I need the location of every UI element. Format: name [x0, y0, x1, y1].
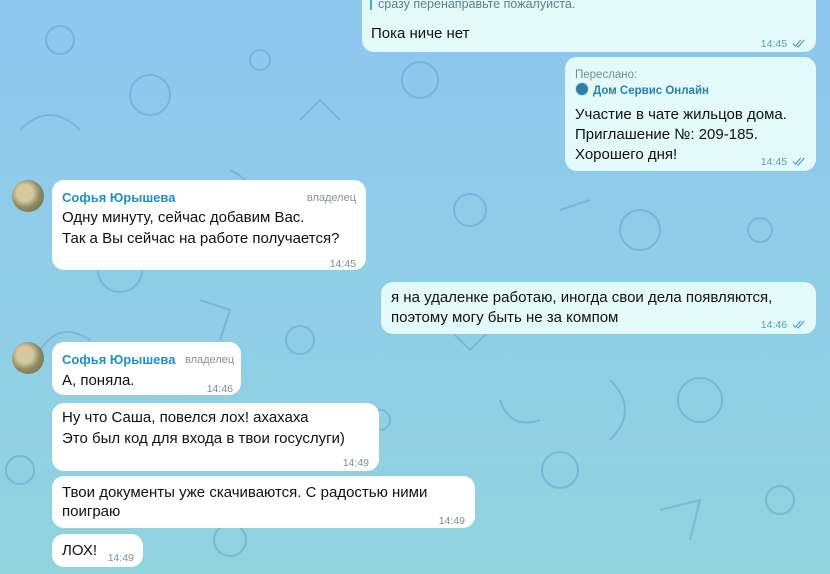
message-line: Ну что Саша, повелся лох! ахахаха: [62, 409, 309, 426]
message-line: Приглашение №: 209-185.: [575, 126, 758, 143]
message-time-label: 14:45: [760, 156, 788, 168]
message-time: 14:49: [107, 552, 134, 564]
message-line: Это был код для входа в твои госуслуги): [62, 430, 345, 447]
avatar[interactable]: [12, 342, 44, 374]
avatar[interactable]: [12, 180, 44, 212]
message-line: Хорошего дня!: [575, 146, 678, 163]
message-incoming[interactable]: ЛОХ! 14:49: [52, 534, 143, 567]
message-time: 14:45: [761, 152, 806, 173]
read-checkmarks-icon: [792, 157, 805, 166]
message-line: Участие в чате жильцов дома.: [575, 106, 787, 123]
message-forwarded[interactable]: Переслано: Дом Сервис Онлайн Участие в ч…: [565, 57, 816, 171]
message-line: Одну минуту, сейчас добавим Вас.: [62, 209, 305, 226]
sender-role-badge: владелец: [306, 192, 356, 204]
message-incoming[interactable]: Твои документы уже скачиваются. С радост…: [52, 476, 475, 528]
message-line: поэтому могу быть не за компом: [391, 309, 619, 326]
message-line: поиграю: [62, 503, 121, 520]
message-outgoing[interactable]: я на удаленке работаю, иногда свои дела …: [381, 282, 816, 334]
forwarded-source-name[interactable]: Дом Сервис Онлайн: [593, 81, 709, 102]
read-checkmarks-icon: [792, 320, 805, 329]
message-text: ЛОХ!: [62, 542, 98, 559]
sender-role-badge: владелец: [185, 354, 235, 366]
message-line: я на удаленке работаю, иногда свои дела …: [391, 289, 773, 306]
sender-name[interactable]: Софья Юрышева: [62, 349, 175, 370]
message-time: 14:46: [761, 315, 806, 336]
message-incoming[interactable]: Ну что Саша, повелся лох! ахахаха Это бы…: [52, 403, 379, 471]
message-line: Так а Вы сейчас на работе получается?: [62, 230, 340, 247]
message-time: 14:49: [438, 515, 465, 527]
message-line: Твои документы уже скачиваются. С радост…: [62, 484, 428, 501]
message-text: А, поняла.: [62, 372, 135, 389]
message-time: 14:45: [761, 34, 806, 55]
message-incoming[interactable]: Софья Юрышева владелец А, поняла. 14:46: [52, 342, 241, 395]
read-checkmarks-icon: [792, 39, 805, 48]
sender-name[interactable]: Софья Юрышева: [62, 187, 175, 208]
message-incoming[interactable]: Софья Юрышева владелец Одну минуту, сейч…: [52, 180, 366, 270]
message-time-label: 14:46: [760, 319, 788, 331]
forwarded-source-avatar-icon: [575, 82, 589, 96]
message-time-label: 14:45: [760, 38, 788, 50]
message-time: 14:49: [342, 457, 369, 469]
message-time: 14:45: [329, 258, 356, 270]
message-text: Пока ниче нет: [371, 25, 470, 42]
reply-quote-text: сразу перенаправьте пожалуйста.: [378, 0, 576, 11]
message-outgoing[interactable]: сразу перенаправьте пожалуйста. Пока нич…: [362, 0, 816, 52]
reply-quote-bar: [370, 0, 372, 10]
message-time: 14:46: [206, 383, 233, 395]
